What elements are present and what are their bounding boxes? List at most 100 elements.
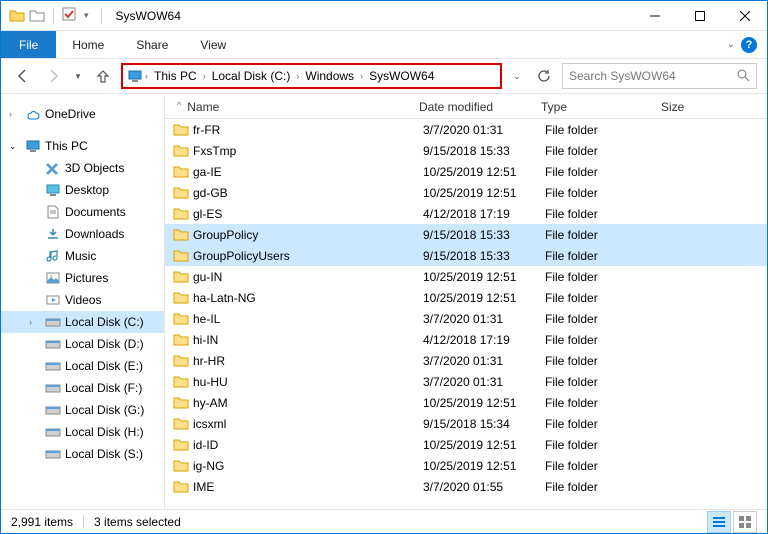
refresh-button[interactable] <box>532 64 556 88</box>
address-dropdown-icon[interactable]: ⌄ <box>508 63 526 89</box>
breadcrumb-bar[interactable]: › This PC › Local Disk (C:) › Windows › … <box>121 63 502 89</box>
close-button[interactable] <box>722 1 767 31</box>
tree-label: Local Disk (H:) <box>65 425 144 439</box>
tab-home[interactable]: Home <box>56 31 120 58</box>
table-row[interactable]: gu-IN10/25/2019 12:51File folder <box>165 266 767 287</box>
cell-date: 3/7/2020 01:31 <box>423 354 545 368</box>
cell-date: 9/15/2018 15:33 <box>423 228 545 242</box>
tree-icon <box>45 204 61 220</box>
tree-label: Local Disk (D:) <box>65 337 144 351</box>
search-input[interactable]: Search SysWOW64 <box>562 63 757 89</box>
tab-view[interactable]: View <box>184 31 242 58</box>
chevron-right-icon[interactable]: › <box>358 71 365 81</box>
table-row[interactable]: ig-NG10/25/2019 12:51File folder <box>165 455 767 476</box>
tree-label: Local Disk (E:) <box>65 359 143 373</box>
folder-icon <box>173 269 193 285</box>
tree-item[interactable]: Local Disk (D:) <box>1 333 164 355</box>
cell-type: File folder <box>545 207 665 221</box>
qat-dropdown-icon[interactable]: ▾ <box>80 10 93 21</box>
folder-icon <box>173 122 193 138</box>
chevron-right-icon[interactable]: › <box>201 71 208 81</box>
help-icon[interactable]: ? <box>741 37 757 53</box>
tree-item[interactable]: ›Local Disk (C:) <box>1 311 164 333</box>
table-row[interactable]: ha-Latn-NG10/25/2019 12:51File folder <box>165 287 767 308</box>
tree-item[interactable]: Desktop <box>1 179 164 201</box>
column-type[interactable]: Type <box>541 100 661 114</box>
cell-date: 10/25/2019 12:51 <box>423 291 545 305</box>
details-view-button[interactable] <box>707 511 731 533</box>
cell-name: GroupPolicy <box>193 228 423 242</box>
table-row[interactable]: IME3/7/2020 01:55File folder <box>165 476 767 497</box>
chevron-right-icon[interactable]: › <box>29 317 41 327</box>
folder-icon <box>173 479 193 495</box>
cell-name: hi-IN <box>193 333 423 347</box>
tree-thispc[interactable]: ⌄ This PC <box>1 135 164 157</box>
folder-icon <box>173 374 193 390</box>
tree-item[interactable]: Videos <box>1 289 164 311</box>
tree-item[interactable]: Local Disk (H:) <box>1 421 164 443</box>
status-separator <box>83 515 84 529</box>
table-row[interactable]: FxsTmp9/15/2018 15:33File folder <box>165 140 767 161</box>
table-row[interactable]: GroupPolicy9/15/2018 15:33File folder <box>165 224 767 245</box>
table-row[interactable]: id-ID10/25/2019 12:51File folder <box>165 434 767 455</box>
folder-icon <box>173 437 193 453</box>
forward-button[interactable] <box>41 64 65 88</box>
cell-type: File folder <box>545 144 665 158</box>
tree-item[interactable]: Local Disk (S:) <box>1 443 164 465</box>
table-row[interactable]: fr-FR3/7/2020 01:31File folder <box>165 119 767 140</box>
tab-file[interactable]: File <box>1 31 56 58</box>
breadcrumb-item[interactable]: Windows <box>301 69 358 83</box>
breadcrumb-item[interactable]: This PC <box>150 69 201 83</box>
table-row[interactable]: ga-IE10/25/2019 12:51File folder <box>165 161 767 182</box>
table-row[interactable]: he-IL3/7/2020 01:31File folder <box>165 308 767 329</box>
tree-icon <box>45 226 61 242</box>
table-row[interactable]: GroupPolicyUsers9/15/2018 15:33File fold… <box>165 245 767 266</box>
checkbox-icon[interactable] <box>62 7 76 24</box>
cell-name: gu-IN <box>193 270 423 284</box>
breadcrumb-item[interactable]: Local Disk (C:) <box>208 69 295 83</box>
column-date[interactable]: Date modified <box>419 100 541 114</box>
column-size[interactable]: Size <box>661 100 767 114</box>
chevron-right-icon[interactable]: › <box>294 71 301 81</box>
table-row[interactable]: hy-AM10/25/2019 12:51File folder <box>165 392 767 413</box>
maximize-button[interactable] <box>677 1 722 31</box>
ribbon-expand-icon[interactable]: ⌄ <box>727 39 735 50</box>
tree-item[interactable]: Documents <box>1 201 164 223</box>
file-rows[interactable]: fr-FR3/7/2020 01:31File folderFxsTmp9/15… <box>165 119 767 509</box>
table-row[interactable]: hr-HR3/7/2020 01:31File folder <box>165 350 767 371</box>
folder-icon <box>173 332 193 348</box>
cell-name: IME <box>193 480 423 494</box>
tree-item[interactable]: 3D Objects <box>1 157 164 179</box>
tree-item[interactable]: Pictures <box>1 267 164 289</box>
column-name[interactable]: ^Name <box>173 100 419 114</box>
tree-item[interactable]: Local Disk (G:) <box>1 399 164 421</box>
tree-item[interactable]: Local Disk (E:) <box>1 355 164 377</box>
breadcrumb-item[interactable]: SysWOW64 <box>365 69 438 83</box>
qat-separator2 <box>101 8 102 24</box>
table-row[interactable]: hu-HU3/7/2020 01:31File folder <box>165 371 767 392</box>
table-row[interactable]: hi-IN4/12/2018 17:19File folder <box>165 329 767 350</box>
tree-onedrive[interactable]: › OneDrive <box>1 103 164 125</box>
cell-date: 4/12/2018 17:19 <box>423 207 545 221</box>
recent-dropdown-icon[interactable]: ▾ <box>71 64 85 88</box>
cell-name: gd-GB <box>193 186 423 200</box>
tree-item[interactable]: Downloads <box>1 223 164 245</box>
cell-type: File folder <box>545 249 665 263</box>
cell-type: File folder <box>545 291 665 305</box>
minimize-button[interactable] <box>632 1 677 31</box>
chevron-down-icon[interactable]: ⌄ <box>9 141 21 152</box>
chevron-right-icon[interactable]: › <box>143 71 150 81</box>
back-button[interactable] <box>11 64 35 88</box>
status-selection: 3 items selected <box>94 515 181 529</box>
tree-item[interactable]: Local Disk (F:) <box>1 377 164 399</box>
thumbnails-view-button[interactable] <box>733 511 757 533</box>
chevron-right-icon[interactable]: › <box>9 109 21 119</box>
table-row[interactable]: icsxml9/15/2018 15:34File folder <box>165 413 767 434</box>
table-row[interactable]: gd-GB10/25/2019 12:51File folder <box>165 182 767 203</box>
table-row[interactable]: gl-ES4/12/2018 17:19File folder <box>165 203 767 224</box>
cell-name: gl-ES <box>193 207 423 221</box>
up-button[interactable] <box>91 64 115 88</box>
tree-item[interactable]: Music <box>1 245 164 267</box>
navigation-pane[interactable]: › OneDrive ⌄ This PC 3D ObjectsDesktopDo… <box>1 95 165 509</box>
tab-share[interactable]: Share <box>120 31 184 58</box>
